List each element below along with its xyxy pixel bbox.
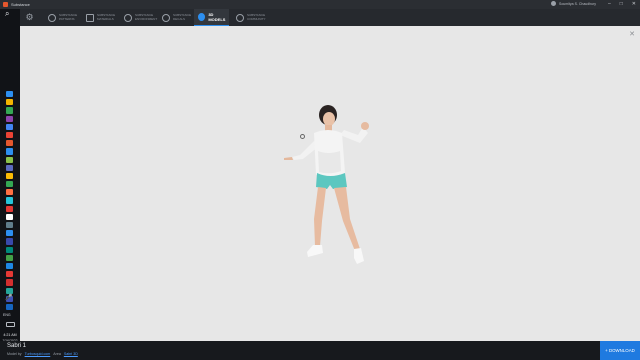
taskbar-app-icon[interactable] [6,172,13,180]
taskbar-app-icon[interactable] [6,131,13,139]
taskbar-app-icon[interactable] [6,181,13,188]
tab-community[interactable]: SUBSTANCE COMMUNITY [232,9,272,26]
asset-link[interactable]: Sabri 3D [64,352,78,356]
credit-label: Model by [7,352,22,356]
taskbar-app-icon[interactable] [6,271,13,278]
app-logo-icon [3,2,8,7]
3d-character-model[interactable] [270,101,390,276]
materials-icon [86,13,94,22]
taskbar-app-icon[interactable] [6,230,13,237]
taskbar-app-icon[interactable] [6,254,13,261]
language-indicator[interactable]: ENG [3,313,11,317]
tab-label-bottom: DECALS [173,16,186,21]
model-name: Sabri 1 [7,343,27,349]
3d-viewport[interactable]: ✕ [20,26,640,341]
taskbar-app-icon[interactable] [6,115,13,122]
asset-label: Area [53,352,61,356]
user-avatar-icon [551,1,557,6]
taskbar-app-icon[interactable] [6,238,13,245]
taskbar-app-icon[interactable] [6,123,13,130]
taskbar-app-icon[interactable] [6,164,13,171]
taskbar-app-icon[interactable] [6,262,13,270]
tab-environment[interactable]: SUBSTANCE ENVIRONMENT [120,9,158,26]
close-viewer-icon[interactable]: ✕ [629,31,635,38]
tab-patterns[interactable]: SUBSTANCE PATTERNS [44,9,82,26]
title-bar: Substance Soumitya S. Chaudhury – □ ✕ [0,0,640,9]
taskbar-apps [6,91,13,311]
tab-label: 3D MODELS [208,12,226,22]
taskbar-app-icon[interactable] [6,99,13,106]
tab-materials[interactable]: SUBSTANCE MATERIALS [82,9,120,26]
taskbar-app-icon[interactable] [6,213,13,220]
maximize-button[interactable]: □ [620,1,623,8]
tab-label-bottom: MATERIALS [97,16,114,21]
microphone-icon[interactable]: 🎤 [5,295,12,301]
minimize-button[interactable]: – [608,1,611,8]
taskbar-app-icon[interactable] [6,189,13,196]
home-gear-icon[interactable]: ⚙ [25,13,34,22]
download-button[interactable]: + DOWNLOAD [600,341,640,360]
taskbar-app-icon[interactable] [6,205,13,212]
top-navigation: ⚙ SUBSTANCE PATTERNS SUBSTANCE MATERIALS S… [20,9,640,26]
taskbar-app-icon[interactable] [6,246,13,253]
search-icon[interactable]: ⌕ [5,10,9,18]
3d-model-icon [198,13,206,21]
app-title: Substance [11,2,30,7]
tab-label-bottom: ENVIRONMENT [135,16,158,21]
patterns-icon [48,13,56,22]
tab-decals[interactable]: SUBSTANCE DECALS [158,9,194,26]
user-name: Soumitya S. Chaudhury [559,1,596,6]
taskbar-app-icon[interactable] [6,197,13,204]
taskbar-app-icon[interactable] [6,91,13,98]
model-info-bar: Sabri 1 Model by Turbosquid.com Area Sab… [0,341,640,360]
tab-label-bottom: COMMUNITY [247,16,266,21]
environment-icon [124,13,132,22]
taskbar-app-icon[interactable] [6,303,13,311]
taskbar-app-icon[interactable] [6,107,13,114]
credit-link[interactable]: Turbosquid.com [25,352,51,356]
tab-3d-models[interactable]: 3D MODELS [194,9,229,26]
window-controls: – □ ✕ [608,1,636,8]
tab-label-bottom: PATTERNS [59,16,75,21]
model-credits: Model by Turbosquid.com Area Sabri 3D [7,352,78,356]
user-menu[interactable]: Soumitya S. Chaudhury [551,1,596,6]
decals-icon [162,13,170,22]
taskbar: ⌕ 🎤 ENG 4:21 AM 7/16/2022 [0,9,20,360]
taskbar-app-icon[interactable] [6,140,13,147]
taskbar-app-icon[interactable] [6,279,13,286]
taskbar-app-icon[interactable] [6,287,13,294]
taskbar-app-icon[interactable] [6,156,13,163]
clock-time[interactable]: 4:21 AM [2,333,18,337]
keyboard-icon[interactable] [6,322,15,327]
taskbar-app-icon[interactable] [6,222,13,229]
close-window-button[interactable]: ✕ [632,1,636,8]
community-icon [236,13,244,22]
taskbar-app-icon[interactable] [6,148,13,155]
